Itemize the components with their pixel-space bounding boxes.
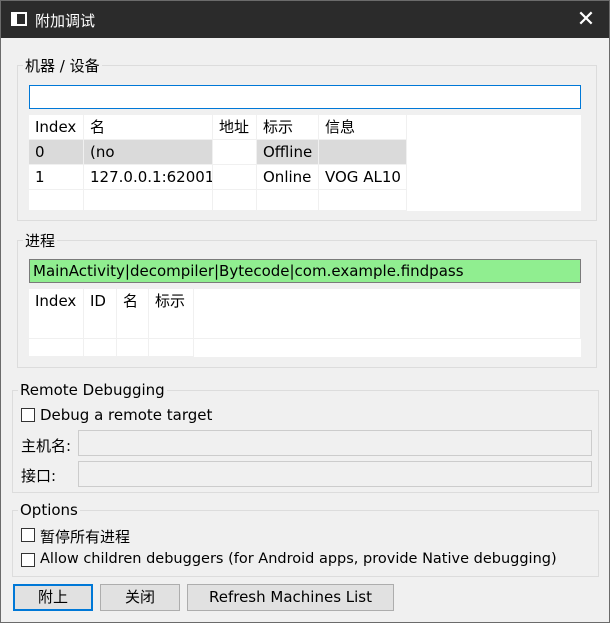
debug-remote-checkbox[interactable] (21, 408, 35, 422)
table-row-1-index[interactable]: 1 (29, 165, 84, 190)
close-button[interactable]: 关闭 (100, 584, 180, 611)
table-row-1-name[interactable]: 127.0.0.1:62001 (84, 165, 213, 190)
host-label: 主机名: (21, 437, 72, 455)
pause-all-processes-label[interactable]: 暂停所有进程 (40, 526, 130, 547)
table-row-empty (213, 190, 257, 211)
port-input[interactable] (78, 461, 592, 487)
machines-group-label: 机器 / 设备 (23, 55, 102, 76)
table-row-0-name[interactable]: (no (84, 140, 213, 165)
title-bar: 附加调试 ✕ (1, 1, 609, 38)
process-filter-input[interactable]: MainActivity|decompiler|Bytecode|com.exa… (29, 259, 581, 283)
allow-children-debuggers-label[interactable]: Allow children debuggers (for Android ap… (40, 551, 557, 567)
table-row-0-info[interactable] (319, 140, 407, 165)
machines-table: Index 名 地址 标示 信息 0 (no Offline 1 127.0.0… (29, 115, 581, 211)
col-header-address[interactable]: 地址 (213, 115, 257, 140)
attach-button[interactable]: 附上 (13, 584, 93, 611)
process-table: Index ID 名 标示 (29, 289, 581, 357)
window-title: 附加调试 (35, 12, 96, 30)
table-row-empty (257, 190, 319, 211)
col-header-name[interactable]: 名 (84, 115, 213, 140)
table-row-empty (149, 339, 194, 357)
table-row-1-info[interactable]: VOG AL10 (319, 165, 407, 190)
table-row-1-status[interactable]: Online (257, 165, 319, 190)
col-header-info[interactable]: 信息 (319, 115, 407, 140)
table-row-empty (29, 339, 84, 357)
options-group-label: Options (18, 501, 80, 519)
app-window-icon (11, 12, 27, 26)
col-header-name[interactable]: 名 (117, 289, 149, 339)
col-header-id[interactable]: ID (84, 289, 117, 339)
table-row-empty (194, 289, 581, 339)
col-header-status[interactable]: 标示 (257, 115, 319, 140)
attach-debug-dialog: 附加调试 ✕ 机器 / 设备 Index 名 地址 标示 信息 0 (no Of… (0, 0, 610, 623)
table-row-empty (84, 339, 117, 357)
table-row-empty (84, 190, 213, 211)
machine-filter-input[interactable] (29, 85, 581, 109)
table-row-empty (29, 190, 84, 211)
col-header-index[interactable]: Index (29, 289, 84, 339)
remote-debugging-group-label: Remote Debugging (18, 381, 167, 399)
table-row-0-status[interactable]: Offline (257, 140, 319, 165)
table-row-1-address[interactable] (213, 165, 257, 190)
table-row-0-index[interactable]: 0 (29, 140, 84, 165)
table-row-0-address[interactable] (213, 140, 257, 165)
close-icon[interactable]: ✕ (563, 1, 609, 38)
allow-children-debuggers-checkbox[interactable] (21, 553, 35, 567)
pause-all-processes-checkbox[interactable] (21, 528, 35, 542)
table-row-empty (117, 339, 149, 357)
refresh-machines-button[interactable]: Refresh Machines List (187, 584, 394, 611)
table-row-empty (319, 190, 407, 211)
host-input[interactable] (78, 430, 592, 456)
col-header-index[interactable]: Index (29, 115, 84, 140)
process-group-label: 进程 (23, 230, 58, 251)
debug-remote-label[interactable]: Debug a remote target (40, 406, 212, 424)
col-header-status[interactable]: 标示 (149, 289, 194, 339)
port-label: 接口: (21, 467, 57, 485)
